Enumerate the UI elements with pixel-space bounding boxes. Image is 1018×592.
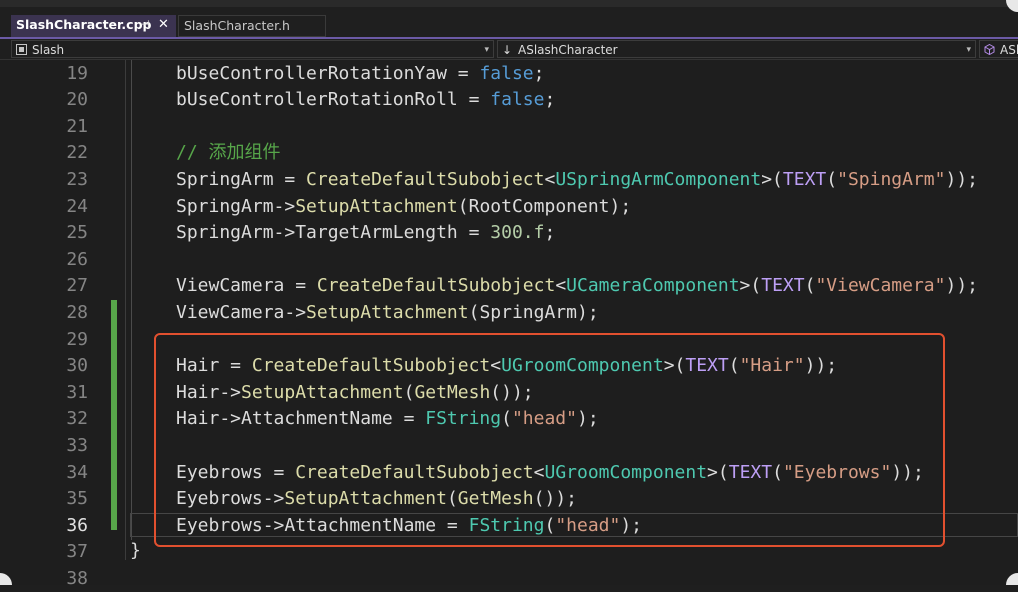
chevron-down-icon: ▾ bbox=[966, 45, 971, 55]
code-line[interactable]: 25 SpringArm->TargetArmLength = 300.f; bbox=[0, 220, 1018, 247]
line-number: 38 bbox=[66, 567, 88, 589]
line-number: 26 bbox=[66, 248, 88, 270]
line-number: 32 bbox=[66, 408, 88, 430]
code-line[interactable]: 38 bbox=[0, 566, 1018, 592]
line-number: 25 bbox=[66, 222, 88, 244]
code-text: bUseControllerRotationYaw = false; bbox=[176, 62, 545, 84]
code-line[interactable]: 28 ViewCamera->SetupAttachment(SpringArm)… bbox=[0, 300, 1018, 327]
project-name: Slash bbox=[32, 43, 65, 57]
line-number: 21 bbox=[66, 115, 88, 137]
closing-brace: } bbox=[130, 540, 141, 561]
code-text: SpringArm->SetupAttachment(RootComponent… bbox=[176, 195, 632, 217]
code-line[interactable]: 21 bbox=[0, 114, 1018, 141]
code-editor[interactable]: 19 bUseControllerRotationYaw = false; 20 bU… bbox=[0, 60, 1018, 589]
code-line[interactable]: 26 bbox=[0, 247, 1018, 274]
annotation-highlight-box bbox=[154, 333, 945, 547]
line-number: 22 bbox=[66, 142, 88, 164]
code-line[interactable]: 27 ViewCamera = CreateDefaultSubobject<UC… bbox=[0, 273, 1018, 300]
line-number: 23 bbox=[66, 168, 88, 190]
line-number: 20 bbox=[66, 89, 88, 111]
code-line[interactable]: 22 // 添加组件 bbox=[0, 140, 1018, 167]
code-text: SpringArm->TargetArmLength = 300.f; bbox=[176, 222, 556, 244]
scope-arrow-icon: ↓ bbox=[502, 43, 513, 57]
line-number: 36 bbox=[66, 514, 88, 536]
chevron-down-icon: ▾ bbox=[484, 45, 489, 55]
code-text: SpringArm = CreateDefaultSubobject<USpri… bbox=[176, 168, 978, 190]
line-number: 33 bbox=[66, 434, 88, 456]
code-text: ViewCamera = CreateDefaultSubobject<UCam… bbox=[176, 275, 978, 297]
navigation-bar: Slash ▾ ↓ ASlashCharacter ▾ ASl bbox=[0, 39, 1018, 60]
code-line[interactable]: 24 SpringArm->SetupAttachment(RootCompone… bbox=[0, 194, 1018, 221]
tab-slashcharacter-h[interactable]: SlashCharacter.h bbox=[178, 15, 326, 37]
scope-dropdown[interactable]: ↓ ASlashCharacter ▾ bbox=[497, 40, 976, 58]
code-line[interactable]: 19 bUseControllerRotationYaw = false; bbox=[0, 61, 1018, 88]
title-strip bbox=[0, 0, 1018, 7]
code-line[interactable]: 20 bUseControllerRotationRoll = false; bbox=[0, 87, 1018, 114]
line-number: 29 bbox=[66, 328, 88, 350]
line-number: 28 bbox=[66, 301, 88, 323]
member-dropdown[interactable]: ASl bbox=[979, 40, 1018, 58]
code-text: // 添加组件 bbox=[176, 142, 281, 164]
close-icon[interactable]: ✕ bbox=[158, 15, 170, 35]
line-number: 19 bbox=[66, 62, 88, 84]
line-number: 24 bbox=[66, 195, 88, 217]
line-number: 35 bbox=[66, 488, 88, 510]
tab-label: SlashCharacter.h bbox=[184, 18, 290, 33]
code-text: bUseControllerRotationRoll = false; bbox=[176, 89, 556, 111]
scope-name: ASlashCharacter bbox=[518, 43, 618, 57]
code-text: ViewCamera->SetupAttachment(SpringArm); bbox=[176, 301, 599, 323]
line-number: 37 bbox=[66, 541, 88, 563]
project-icon bbox=[16, 44, 27, 55]
tab-label: SlashCharacter.cpp bbox=[16, 17, 152, 32]
project-dropdown[interactable]: Slash ▾ bbox=[11, 40, 494, 58]
line-number: 34 bbox=[66, 461, 88, 483]
tab-bar: SlashCharacter.cpp ⊣ ✕ SlashCharacter.h bbox=[0, 7, 1018, 39]
cube-icon bbox=[984, 44, 995, 55]
line-number: 31 bbox=[66, 381, 88, 403]
tab-slashcharacter-cpp[interactable]: SlashCharacter.cpp ⊣ ✕ bbox=[11, 15, 176, 37]
code-line[interactable]: 23 SpringArm = CreateDefaultSubobject<USp… bbox=[0, 167, 1018, 194]
line-number: 30 bbox=[66, 355, 88, 377]
pin-icon[interactable]: ⊣ bbox=[140, 15, 152, 35]
member-name: ASl bbox=[1000, 43, 1018, 57]
line-number: 27 bbox=[66, 275, 88, 297]
